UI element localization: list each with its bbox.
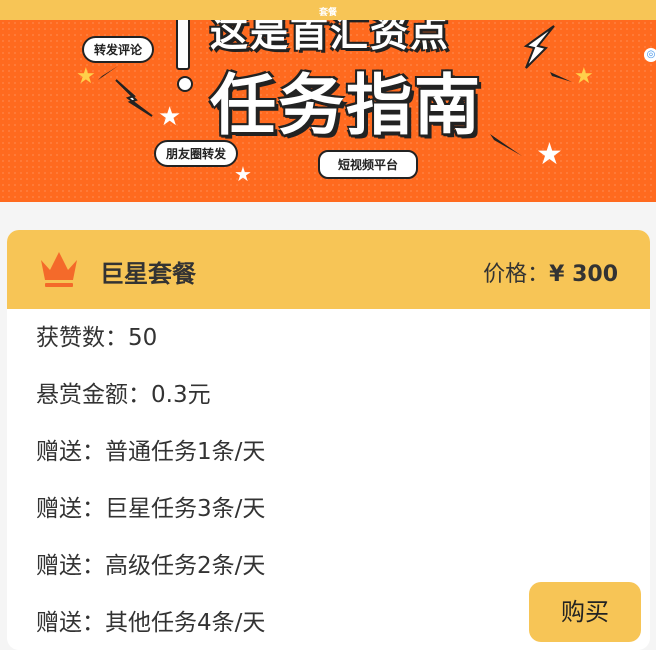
promo-banner[interactable]: 这是首汇资点 任务指南 转发评论 朋友圈转发 短视频平台 ★ ★ ★ ★ ★ ◎	[0, 20, 656, 202]
star-icon: ★	[574, 64, 594, 89]
bubble-repost-comment: 转发评论	[82, 36, 155, 63]
plan-price: 价格：¥ 300	[483, 256, 618, 288]
speed-lines-icon	[98, 66, 118, 80]
speed-lines-icon	[550, 72, 572, 82]
banner-headline-main: 任务指南	[210, 67, 482, 144]
star-icon: ★	[234, 162, 252, 186]
plan-feature-list: 获赞数：50 悬赏金额：0.3元 赠送：普通任务1条/天 赠送：巨星任务3条/天…	[36, 321, 265, 650]
exclamation-mark-decoration	[176, 20, 193, 92]
speed-lines-icon	[490, 134, 522, 156]
price-label: 价格：	[483, 262, 550, 287]
lightning-icon	[523, 25, 555, 69]
star-icon: ★	[536, 137, 563, 172]
feature-item: 悬赏金额：0.3元	[36, 382, 211, 408]
bubble-short-video: 短视频平台	[318, 150, 419, 179]
feature-item: 赠送：高级任务2条/天	[36, 553, 266, 579]
plan-card-header: 巨星套餐 价格：¥ 300	[7, 230, 650, 309]
corner-badge-icon[interactable]: ◎	[644, 48, 656, 62]
buy-button[interactable]: 购买	[529, 582, 641, 642]
star-icon: ★	[76, 64, 96, 89]
bubble-moments-repost: 朋友圈转发	[154, 140, 239, 167]
price-value: ¥ 300	[549, 262, 618, 287]
top-bar-title: 套餐	[318, 8, 337, 18]
plan-name: 巨星套餐	[100, 260, 196, 288]
star-icon: ★	[158, 102, 182, 132]
feature-item: 赠送：其他任务4条/天	[36, 610, 266, 636]
crown-icon	[41, 252, 77, 287]
feature-item: 赠送：巨星任务3条/天	[36, 496, 266, 522]
feature-item: 赠送：普通任务1条/天	[36, 439, 266, 465]
feature-item: 获赞数：50	[36, 325, 158, 351]
top-bar: 套餐	[0, 0, 656, 20]
